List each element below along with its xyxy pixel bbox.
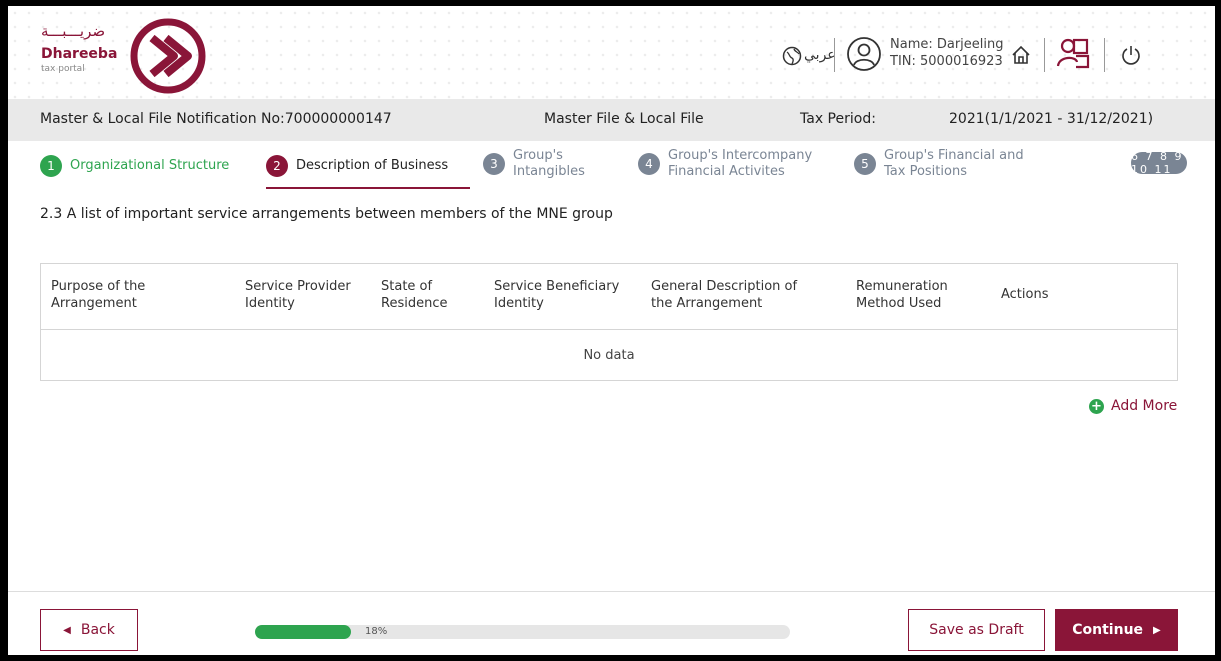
user-tin: TIN: 5000016923 xyxy=(890,54,1003,69)
save-as-draft-button[interactable]: Save as Draft xyxy=(908,609,1045,651)
triangle-right-icon: ▶ xyxy=(1153,624,1161,636)
column-header: Service Beneficiary Identity xyxy=(494,279,620,311)
add-more-button[interactable]: + Add More xyxy=(1089,398,1177,414)
step-number: 4 xyxy=(638,153,660,175)
brand-sub: tax portal xyxy=(41,64,85,74)
back-button[interactable]: ◀ Back xyxy=(40,609,138,651)
progress-text: 18% xyxy=(365,626,388,637)
step-label: Group's Financial and Tax Positions xyxy=(884,148,1024,179)
step-number: 5 xyxy=(854,153,876,175)
notification-info-bar: Master & Local File Notification No:7000… xyxy=(8,99,1215,141)
section-title: 2.3 A list of important service arrangem… xyxy=(40,206,613,222)
continue-button[interactable]: Continue ▶ xyxy=(1055,609,1178,651)
step-number: 3 xyxy=(483,153,505,175)
progress-bar: 18% xyxy=(255,625,790,639)
column-header: Purpose of the Arrangement xyxy=(51,279,146,311)
brand-arabic: ضريـــبـــة xyxy=(41,22,106,40)
user-avatar-icon[interactable] xyxy=(846,36,882,72)
active-step-underline xyxy=(266,187,470,189)
globe-icon[interactable] xyxy=(782,46,802,66)
step-label: Organizational Structure xyxy=(70,158,230,173)
column-header: Remuneration Method Used xyxy=(856,279,948,311)
user-name: Name: Darjeeling xyxy=(890,37,1004,52)
back-label: Back xyxy=(80,622,115,638)
plus-circle-icon: + xyxy=(1089,398,1104,414)
step-label: Group's Intangibles xyxy=(513,148,585,179)
service-arrangements-table: Purpose of the Arrangement Service Provi… xyxy=(40,263,1178,381)
brand-chevron-icon xyxy=(130,18,206,94)
user-guide-icon[interactable] xyxy=(1056,36,1090,70)
empty-text: No data xyxy=(583,347,635,363)
column-header: State of Residence xyxy=(381,279,448,311)
step-label: Group's Intercompany Financial Activites xyxy=(668,148,813,179)
table-empty-row: No data xyxy=(41,330,1177,380)
brand-logo[interactable]: ضريـــبـــة Dhareeba tax portal xyxy=(38,16,208,96)
step-1[interactable]: 1 Organizational Structure xyxy=(40,155,229,177)
step-2[interactable]: 2 Description of Business xyxy=(266,155,448,177)
progress-fill xyxy=(255,625,352,639)
tax-period-value: 2021(1/1/2021 - 31/12/2021) xyxy=(949,111,1154,127)
divider xyxy=(834,38,835,72)
save-draft-label: Save as Draft xyxy=(929,622,1024,638)
notification-number: Master & Local File Notification No:7000… xyxy=(40,111,392,127)
app-frame: ضريـــبـــة Dhareeba tax portal عربي Nam… xyxy=(8,6,1215,655)
user-info: Name: Darjeeling TIN: 5000016923 xyxy=(890,36,1004,70)
divider xyxy=(1044,38,1045,72)
brand-name: Dhareeba xyxy=(41,46,118,62)
file-type: Master File & Local File xyxy=(544,111,704,127)
home-icon[interactable] xyxy=(1010,44,1032,66)
column-header: Actions xyxy=(1001,287,1049,302)
column-header: Service Provider Identity xyxy=(245,279,351,311)
footer: ◀ Back 18% Save as Draft Continue ▶ xyxy=(8,591,1215,655)
step-number: 1 xyxy=(40,155,62,177)
more-steps-badge[interactable]: 6 7 8 9 10 11 xyxy=(1131,150,1187,176)
column-header: General Description of the Arrangement xyxy=(651,279,798,311)
step-4[interactable]: 4 Group's Intercompany Financial Activit… xyxy=(638,148,812,180)
continue-label: Continue xyxy=(1072,622,1144,638)
divider xyxy=(1104,38,1105,72)
language-toggle[interactable]: عربي xyxy=(804,47,836,63)
header: ضريـــبـــة Dhareeba tax portal عربي Nam… xyxy=(8,6,1215,99)
logout-power-icon[interactable] xyxy=(1120,44,1142,66)
step-5[interactable]: 5 Group's Financial and Tax Positions xyxy=(854,148,1024,180)
step-label: Description of Business xyxy=(296,158,449,173)
add-more-label: Add More xyxy=(1111,398,1178,414)
tax-period-label: Tax Period: xyxy=(800,111,876,127)
stepper: 1 Organizational Structure 2 Description… xyxy=(8,141,1215,191)
step-number: 2 xyxy=(266,155,288,177)
table-header: Purpose of the Arrangement Service Provi… xyxy=(41,264,1177,330)
triangle-left-icon: ◀ xyxy=(63,624,71,636)
step-3[interactable]: 3 Group's Intangibles xyxy=(483,148,585,180)
